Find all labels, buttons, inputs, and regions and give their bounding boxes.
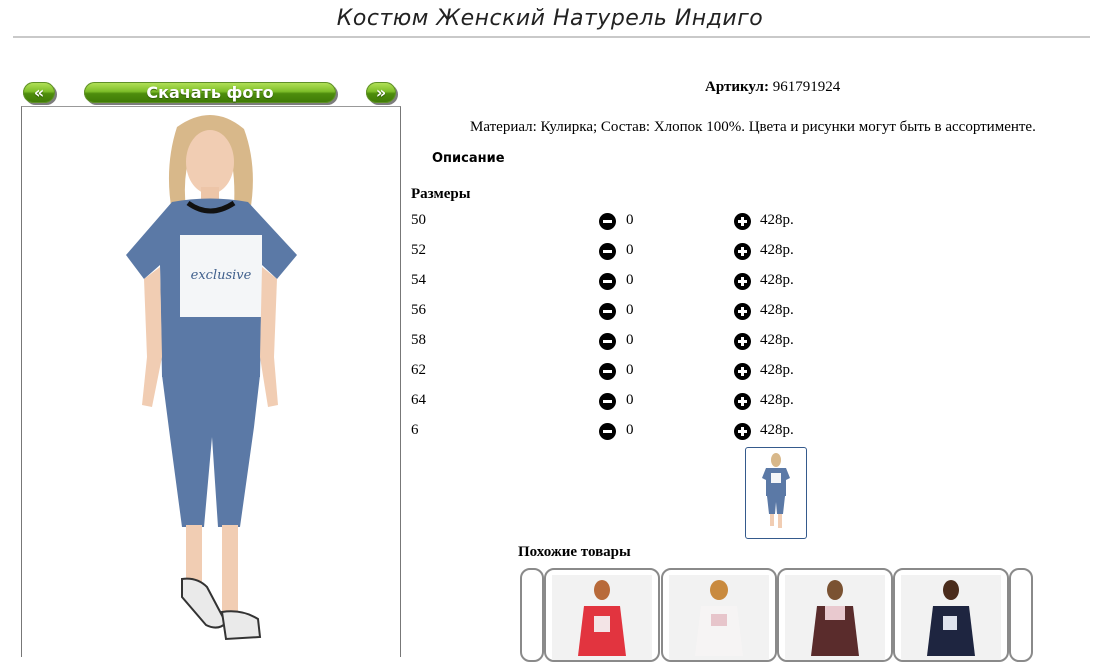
quantity-value: 0 (626, 362, 634, 378)
article-line: Артикул: 961791924 (705, 79, 840, 96)
similar-product-image (695, 580, 743, 656)
quantity-value: 0 (626, 272, 634, 288)
plus-icon[interactable] (734, 423, 751, 440)
similar-product-image (927, 580, 975, 656)
quantity-value: 0 (626, 392, 634, 408)
page-title: Костюм Женский Натурель Индиго (336, 6, 764, 31)
minus-icon[interactable] (599, 243, 616, 260)
price-value: 428р. (760, 212, 794, 228)
photo-thumbnail[interactable] (745, 447, 807, 539)
plus-icon[interactable] (734, 333, 751, 350)
size-value: 50 (411, 212, 426, 228)
title-divider (13, 36, 1090, 38)
material-text: Материал: Кулирка; Состав: Хлопок 100%. … (470, 119, 1036, 135)
similar-product-image (811, 580, 859, 656)
product-photo[interactable]: exclusive (21, 106, 401, 657)
price-value: 428р. (760, 422, 794, 438)
price-value: 428р. (760, 332, 794, 348)
description-heading: Описание (432, 151, 505, 166)
quantity-value: 0 (626, 212, 634, 228)
minus-icon[interactable] (599, 333, 616, 350)
size-value: 52 (411, 242, 426, 258)
download-photo-button[interactable]: Скачать фото (84, 82, 336, 103)
similar-product-card[interactable] (777, 568, 893, 662)
quantity-value: 0 (626, 242, 634, 258)
price-value: 428р. (760, 242, 794, 258)
similar-product-card[interactable] (544, 568, 660, 662)
price-value: 428р. (760, 302, 794, 318)
quantity-value: 0 (626, 332, 634, 348)
plus-icon[interactable] (734, 213, 751, 230)
price-value: 428р. (760, 272, 794, 288)
sizes-heading: Размеры (411, 186, 471, 202)
plus-icon[interactable] (734, 303, 751, 320)
price-value: 428р. (760, 392, 794, 408)
size-value: 54 (411, 272, 426, 288)
prev-photo-button[interactable]: « (23, 82, 55, 103)
plus-icon[interactable] (734, 393, 751, 410)
model-illustration: exclusive (126, 114, 297, 641)
quantity-value: 0 (626, 302, 634, 318)
minus-icon[interactable] (599, 423, 616, 440)
article-value: 961791924 (772, 79, 841, 95)
minus-icon[interactable] (599, 363, 616, 380)
similar-scroll-right[interactable] (1009, 568, 1033, 662)
size-value: 56 (411, 302, 426, 318)
svg-text:exclusive: exclusive (191, 268, 252, 283)
plus-icon[interactable] (734, 273, 751, 290)
article-label: Артикул: (705, 79, 769, 95)
price-value: 428р. (760, 362, 794, 378)
similar-product-image (578, 580, 626, 656)
similar-product-card[interactable] (661, 568, 777, 662)
minus-icon[interactable] (599, 393, 616, 410)
quantity-value: 0 (626, 422, 634, 438)
minus-icon[interactable] (599, 273, 616, 290)
plus-icon[interactable] (734, 243, 751, 260)
similar-products-heading: Похожие товары (518, 544, 631, 560)
size-value: 62 (411, 362, 426, 378)
minus-icon[interactable] (599, 303, 616, 320)
size-value: 58 (411, 332, 426, 348)
similar-scroll-left[interactable] (520, 568, 544, 662)
plus-icon[interactable] (734, 363, 751, 380)
size-value: 64 (411, 392, 426, 408)
size-value: 6 (411, 422, 419, 438)
minus-icon[interactable] (599, 213, 616, 230)
thumbnail-image (762, 453, 790, 528)
next-photo-button[interactable]: » (366, 82, 396, 103)
similar-product-card[interactable] (893, 568, 1009, 662)
